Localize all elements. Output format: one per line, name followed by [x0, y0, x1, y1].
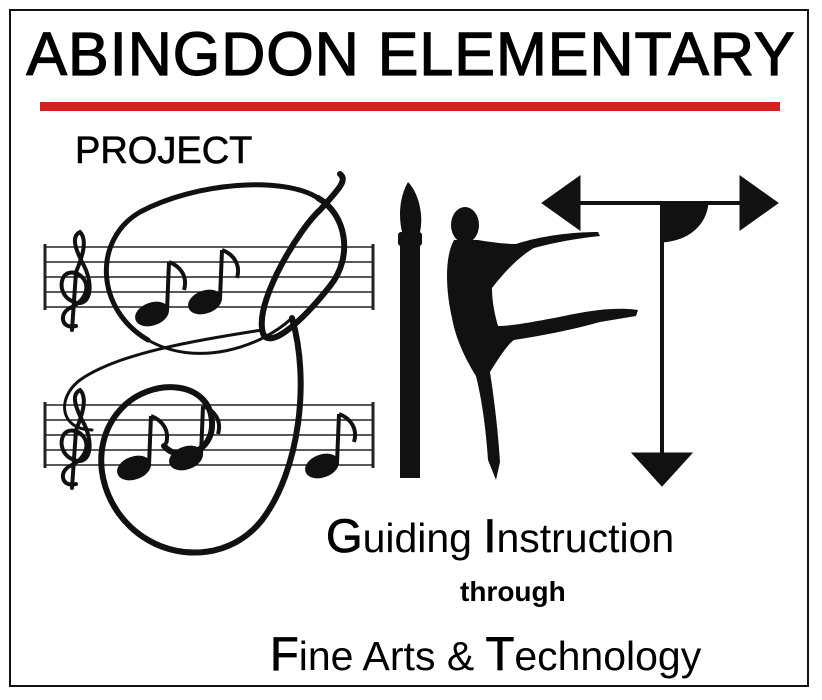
tagline-cap-g: G: [326, 509, 363, 562]
tagline-word-echnology: echnology: [514, 633, 702, 679]
tagline-cap-i: I: [483, 509, 497, 562]
t-square-arrows-icon: [541, 175, 779, 487]
tagline-cap-t: T: [485, 627, 515, 680]
tagline-word-ine-arts: ine Arts &: [298, 633, 486, 679]
tagline-word-nstruction: nstruction: [496, 515, 675, 561]
tagline-line-2: through: [460, 576, 566, 607]
paintbrush-icon: [398, 182, 422, 478]
tagline-line-3: Fine Arts & Technology: [270, 627, 702, 680]
music-notes-lower-icon: [117, 404, 357, 481]
script-g-icon: [63, 171, 348, 556]
tagline-line-1: Guiding Instruction: [326, 509, 675, 562]
gift-logo: [43, 171, 779, 556]
tagline-cap-f: F: [270, 627, 300, 680]
tagline-word-uiding: uiding: [362, 515, 484, 561]
dancer-icon: [447, 207, 638, 480]
